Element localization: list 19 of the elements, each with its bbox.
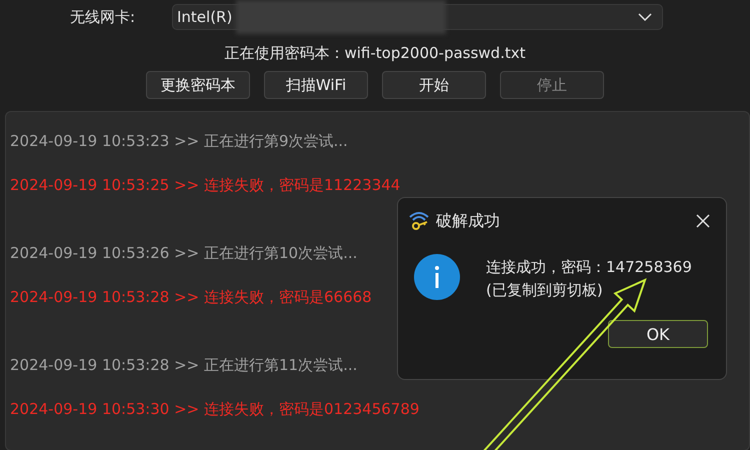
ok-button[interactable]: OK	[608, 320, 708, 348]
wifi-key-icon	[408, 210, 430, 232]
log-line: 2024-09-19 10:53:25 >> 连接失败，密码是11223344	[10, 175, 400, 196]
action-button[interactable]: 扫描WiFi	[264, 71, 368, 99]
log-line: 2024-09-19 10:53:26 >> 正在进行第10次尝试...	[10, 243, 358, 264]
adapter-label: 无线网卡:	[70, 8, 136, 26]
chevron-down-icon	[638, 13, 652, 21]
log-line: 2024-09-19 10:53:28 >> 正在进行第11次尝试...	[10, 355, 358, 376]
dialog-title: 破解成功	[436, 210, 501, 232]
info-icon	[414, 254, 460, 300]
wordlist-path: 正在使用密码本：wifi-top2000-passwd.txt	[224, 44, 526, 62]
log-line: 2024-09-19 10:53:23 >> 正在进行第9次尝试...	[10, 131, 348, 152]
close-icon[interactable]	[696, 214, 710, 228]
action-button[interactable]: 更换密码本	[146, 71, 250, 99]
log-line: 2024-09-19 10:53:30 >> 连接失败，密码是0123456789	[10, 399, 420, 420]
dialog-note: (已复制到剪切板)	[486, 281, 604, 300]
dialog-message: 连接成功，密码：147258369	[486, 258, 692, 277]
log-line: 2024-09-19 10:53:28 >> 连接失败，密码是66668	[10, 287, 372, 308]
action-button[interactable]: 开始	[382, 71, 486, 99]
